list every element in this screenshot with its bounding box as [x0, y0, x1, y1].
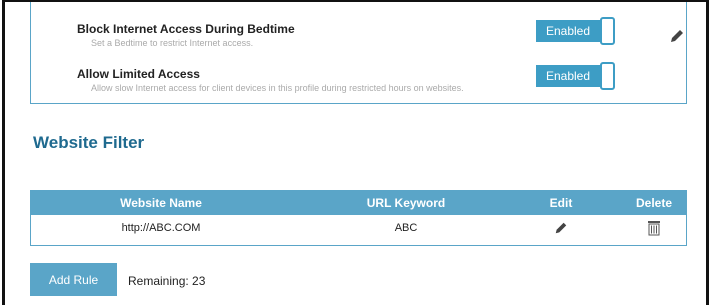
setting-description: Allow slow Internet access for client de…	[91, 83, 464, 93]
website-name-cell: http://ABC.COM	[121, 222, 201, 234]
add-rule-button[interactable]: Add Rule	[30, 263, 117, 296]
bedtime-setting: Block Internet Access During Bedtime Set…	[77, 22, 295, 48]
toggle-label: Enabled	[536, 20, 600, 42]
column-header-website-name: Website Name	[120, 196, 202, 210]
delete-rule-button[interactable]	[619, 215, 689, 245]
column-header-edit: Edit	[549, 196, 573, 210]
limited-access-toggle[interactable]: Enabled	[536, 62, 616, 90]
toggle-knob	[600, 17, 615, 45]
setting-description: Set a Bedtime to restrict Internet acces…	[91, 38, 254, 48]
edit-rule-button[interactable]	[526, 215, 596, 245]
toggle-label: Enabled	[536, 65, 600, 87]
trash-icon	[648, 221, 660, 236]
column-header-delete: Delete	[635, 196, 673, 210]
settings-panel: Block Internet Access During Bedtime Set…	[30, 2, 687, 104]
edit-bedtime-button[interactable]	[669, 27, 685, 45]
setting-title: Allow Limited Access	[77, 67, 200, 81]
column-header-url-keyword: URL Keyword	[366, 196, 446, 210]
section-title: Website Filter	[33, 133, 145, 152]
toggle-knob	[600, 62, 615, 90]
remaining-count-text: Remaining: 23	[128, 274, 205, 288]
table-row: http://ABC.COM ABC	[31, 215, 686, 245]
remaining-label: Remaining:	[128, 274, 189, 288]
url-keyword-cell: ABC	[394, 222, 418, 234]
content-frame: Block Internet Access During Bedtime Set…	[2, 0, 709, 305]
remaining-count: 23	[192, 274, 206, 288]
pencil-icon	[671, 29, 683, 42]
limited-access-setting: Allow Limited Access Allow slow Internet…	[77, 67, 464, 93]
bedtime-toggle[interactable]: Enabled	[536, 17, 616, 45]
website-filter-table: Website Name URL Keyword Edit Delete htt…	[30, 190, 687, 246]
setting-title: Block Internet Access During Bedtime	[77, 22, 295, 36]
pencil-icon	[555, 222, 567, 234]
table-header: Website Name URL Keyword Edit Delete	[31, 191, 686, 215]
